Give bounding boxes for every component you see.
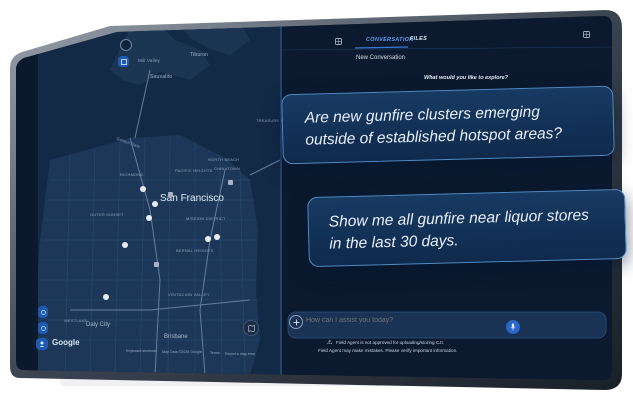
warning-icon: ⚠	[327, 340, 333, 346]
chat-input[interactable]	[306, 314, 496, 326]
map-icon	[247, 324, 255, 332]
microphone-icon	[510, 323, 516, 331]
tab-files[interactable]: FILES	[410, 36, 427, 42]
map-label-north-beach: NORTH BEACH	[208, 157, 240, 162]
suggestion-bubble-2[interactable]: Show me all gunfire near liquor stores i…	[307, 188, 627, 268]
attribution-keyboard-shortcuts[interactable]: Keyboard shortcuts	[126, 349, 157, 353]
grid-icon	[334, 37, 342, 45]
map-label-mill-valley: Mill Valley	[138, 58, 161, 63]
map-marker[interactable]	[103, 294, 109, 300]
attribution-terms[interactable]: Terms	[210, 351, 220, 355]
tab-conversation[interactable]: CONVERSATION	[366, 37, 414, 43]
layers-icon	[120, 58, 127, 65]
map-label-pacific-heights: PACIFIC HEIGHTS	[175, 168, 213, 173]
highway-shield-icon	[154, 262, 159, 267]
disclaimer-line-1: Field Agent is not approved for uploadin…	[336, 340, 445, 345]
help-icon	[40, 325, 46, 331]
info-button[interactable]	[38, 306, 48, 318]
map-label-daly-city: Daly City	[86, 322, 111, 328]
map-label-brisbane: Brisbane	[164, 334, 188, 340]
map-label-richmond: RICHMOND	[120, 172, 144, 177]
map-marker[interactable]	[146, 215, 152, 221]
user-icon	[39, 341, 45, 347]
attach-button[interactable]	[289, 315, 303, 329]
map-marker[interactable]	[152, 201, 158, 207]
new-conversation-button[interactable]	[582, 30, 590, 38]
suggestion-bubble-1[interactable]: Are new gunfire clusters emerging outsid…	[281, 85, 615, 165]
profile-button[interactable]	[36, 338, 48, 350]
map-marker[interactable]	[140, 186, 146, 192]
map-marker[interactable]	[205, 236, 211, 242]
map-label-mission: MISSION DISTRICT	[186, 216, 226, 221]
map-label-visitacion: VISITACION VALLEY	[168, 292, 210, 297]
map-label-tiburon: Tiburon	[190, 52, 209, 58]
map-label-golden-gate: Golden Gate	[115, 135, 141, 150]
voice-input-button[interactable]	[506, 320, 520, 334]
map-layers-button[interactable]	[118, 56, 129, 67]
highway-shield-icon	[228, 180, 233, 185]
highway-shield-icon	[168, 192, 173, 197]
plus-icon	[293, 319, 299, 325]
map-label-outer-sunset: OUTER SUNSET	[90, 212, 124, 217]
grid-icon	[582, 30, 590, 38]
map-label-chinatown: CHINATOWN	[214, 166, 241, 171]
help-button[interactable]	[38, 322, 48, 334]
info-icon	[40, 309, 46, 315]
map-marker[interactable]	[214, 234, 220, 240]
map-label-sausalito: Sausalito	[150, 74, 173, 80]
attribution-report[interactable]: Report a map error	[225, 352, 255, 356]
location-pin-icon[interactable]	[120, 39, 132, 51]
map-label-bernal: BERNAL HEIGHTS	[176, 248, 214, 253]
expand-map-button[interactable]	[334, 37, 342, 45]
explore-prompt-heading: What would you like to explore?	[424, 75, 509, 81]
conversation-title: New Conversation	[356, 55, 406, 61]
attribution-map-data: Map Data ©2026 Google	[162, 350, 202, 354]
map-view-toggle-button[interactable]	[243, 320, 259, 336]
map-marker[interactable]	[122, 242, 128, 248]
disclaimer-line-2: Field Agent may make mistakes. Please ve…	[318, 348, 458, 353]
map-label-westlake: WESTLAKE	[64, 318, 88, 323]
google-logo: Google	[52, 338, 80, 347]
